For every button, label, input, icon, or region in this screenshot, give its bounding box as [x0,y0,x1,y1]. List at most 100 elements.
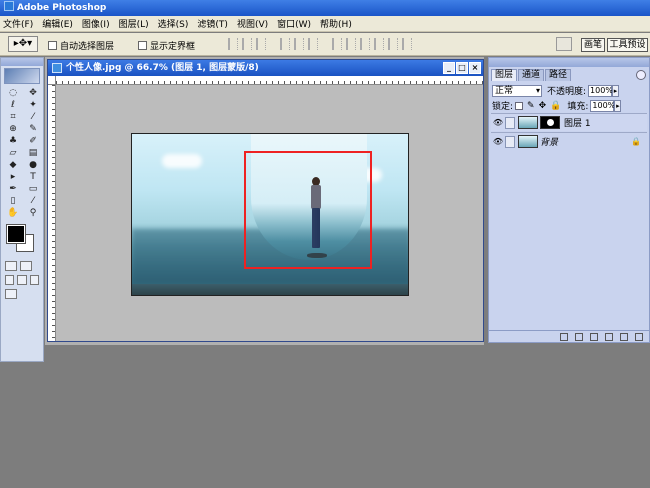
align-bottom-icon[interactable] [256,38,266,50]
panel-header[interactable] [489,58,649,67]
full-screen-menu-icon[interactable] [17,275,27,285]
move-tool-icon[interactable]: ✥ [24,88,42,99]
eye-icon[interactable]: 👁 [491,137,505,146]
align-top-icon[interactable] [228,38,238,50]
maximize-button[interactable]: □ [456,62,468,74]
horizontal-ruler[interactable] [56,76,483,85]
palette-well-icon[interactable] [556,37,572,51]
menu-layer[interactable]: 图层(L) [119,17,149,30]
dodge-tool-icon[interactable]: ● [24,160,42,171]
show-bounds-checkbox[interactable]: 显示定界框 [138,39,195,52]
standard-screen-icon[interactable] [5,275,15,285]
layer-link-cell[interactable] [505,116,515,129]
full-screen-icon[interactable] [29,275,39,285]
eyedropper-tool-icon[interactable]: ⁄ [24,196,42,207]
align-hcenter-icon[interactable] [294,38,304,50]
close-button[interactable]: × [469,62,481,74]
tab-layers[interactable]: 图层 [491,69,518,81]
pen-tool-icon[interactable]: ✒ [4,184,22,195]
align-distribute-icons [228,38,416,50]
panel-menu-icon[interactable] [636,70,646,80]
document-title-bar[interactable]: 个性人像.jpg @ 66.7% (图层 1, 图层蒙版/8) _ □ × [48,60,483,76]
ruler-origin[interactable] [48,76,56,85]
tool-presets-tab[interactable]: 工具预设 [607,38,648,52]
distribute-bottom-icon[interactable] [360,38,370,50]
menu-view[interactable]: 视图(V) [237,17,268,30]
slice-tool-icon[interactable]: ⁄ [24,112,42,123]
add-mask-icon[interactable] [575,332,583,341]
distribute-vcenter-icon[interactable] [346,38,356,50]
magic-wand-tool-icon[interactable]: ✦ [24,100,42,111]
toolbox: ◌ ✥ ℓ ✦ ⌗ ⁄ ⊕ ✎ ♣ ✐ ▱ ▤ ◆ ● ▸ T ✒ ▭ ▯ ⁄ ✋ ⚲ [0,57,44,362]
distribute-left-icon[interactable] [374,38,384,50]
distribute-right-icon[interactable] [402,38,412,50]
eye-icon[interactable]: 👁 [491,118,505,127]
brushes-tab[interactable]: 画笔 [581,38,605,52]
fill-input[interactable]: 100% [590,99,615,112]
fill-slider-arrow-icon[interactable]: ▸ [614,99,622,112]
crop-tool-icon[interactable]: ⌗ [4,112,22,123]
new-set-icon[interactable] [590,332,598,341]
layer-row-layer1[interactable]: 👁 图层 1 [491,113,647,131]
photoshop-icon [4,1,14,11]
auto-select-layer-checkbox[interactable]: 自动选择图层 [48,39,114,52]
blend-mode-select[interactable]: 正常 [492,84,542,97]
menu-file[interactable]: 文件(F) [3,17,33,30]
zoom-tool-icon[interactable]: ⚲ [24,208,42,219]
foreground-color-swatch[interactable] [6,224,26,244]
lock-brush-icon[interactable]: ✎ [527,101,535,111]
clone-stamp-tool-icon[interactable]: ♣ [4,136,22,147]
menu-filter[interactable]: 滤镜(T) [197,17,228,30]
layer-name: 图层 1 [564,119,591,129]
notes-tool-icon[interactable]: ▯ [4,196,22,207]
align-right-icon[interactable] [308,38,318,50]
shore [132,284,408,295]
lock-position-icon[interactable]: ✥ [539,101,547,111]
layer-row-background[interactable]: 👁 背景 🔒 [491,132,647,150]
layer-style-icon[interactable] [560,332,568,341]
opacity-input[interactable]: 100% [588,84,613,97]
layer-link-cell[interactable] [505,135,515,148]
adobe-online-logo[interactable] [4,68,40,84]
adjustment-layer-icon[interactable] [605,332,613,341]
blur-tool-icon[interactable]: ◆ [4,160,22,171]
document-title: 个性人像.jpg @ 66.7% (图层 1, 图层蒙版/8) [66,63,259,73]
tab-paths[interactable]: 路径 [545,69,572,81]
standard-mode-icon[interactable] [5,261,17,271]
menu-window[interactable]: 窗口(W) [277,17,311,30]
brush-tool-icon[interactable]: ✎ [24,124,42,135]
marquee-tool-icon[interactable]: ◌ [4,88,22,99]
menu-edit[interactable]: 编辑(E) [42,17,73,30]
history-brush-tool-icon[interactable]: ✐ [24,136,42,147]
lock-transparency-checkbox[interactable] [515,101,524,110]
menu-image[interactable]: 图像(I) [82,17,110,30]
quick-mask-mode-icon[interactable] [20,261,32,271]
menu-select[interactable]: 选择(S) [158,17,189,30]
align-vcenter-icon[interactable] [242,38,252,50]
layer-mask-thumbnail[interactable] [540,116,560,129]
trash-icon[interactable] [635,332,643,341]
eraser-tool-icon[interactable]: ▱ [4,148,22,159]
distribute-top-icon[interactable] [332,38,342,50]
checkbox-box[interactable] [138,41,147,50]
align-left-icon[interactable] [280,38,290,50]
healing-brush-tool-icon[interactable]: ⊕ [4,124,22,135]
jump-to-imageready-icon[interactable] [5,289,17,299]
path-selection-tool-icon[interactable]: ▸ [4,172,22,183]
gradient-tool-icon[interactable]: ▤ [24,148,42,159]
shape-tool-icon[interactable]: ▭ [24,184,42,195]
type-tool-icon[interactable]: T [24,172,42,183]
lock-all-icon[interactable]: 🔒 [550,101,561,111]
menu-help[interactable]: 帮助(H) [320,17,352,30]
lasso-tool-icon[interactable]: ℓ [4,100,22,111]
minimize-button[interactable]: _ [443,62,455,74]
checkbox-box[interactable] [48,41,57,50]
move-tool-preset-button[interactable]: ▸✥▾ [8,36,38,52]
tab-channels[interactable]: 通道 [518,69,545,81]
new-layer-icon[interactable] [620,332,628,341]
hand-tool-icon[interactable]: ✋ [4,208,22,219]
toolbox-header[interactable] [1,58,43,66]
vertical-ruler[interactable] [48,85,56,341]
opacity-slider-arrow-icon[interactable]: ▸ [612,84,620,97]
distribute-hcenter-icon[interactable] [388,38,398,50]
